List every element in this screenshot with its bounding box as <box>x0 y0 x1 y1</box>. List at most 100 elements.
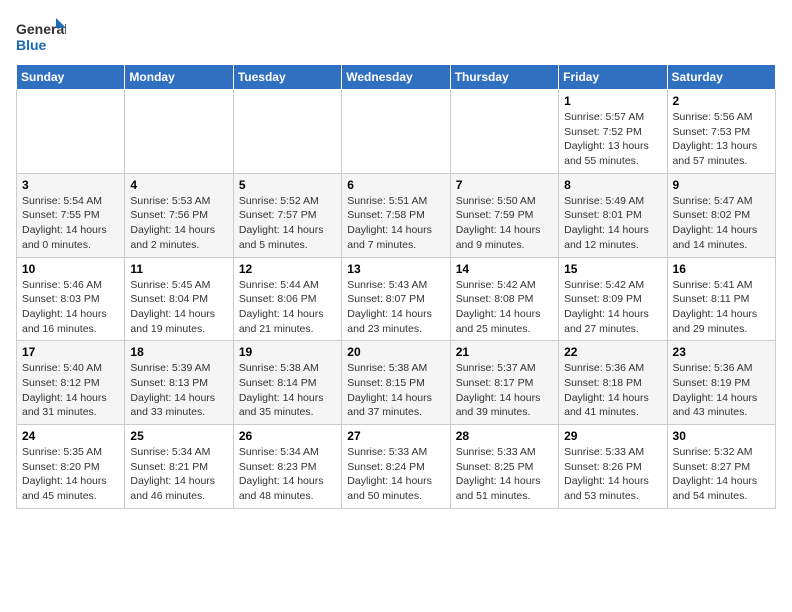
day-info: Sunrise: 5:38 AMSunset: 8:15 PMDaylight:… <box>347 361 444 420</box>
weekday-header: Saturday <box>667 65 775 90</box>
day-number: 27 <box>347 429 444 443</box>
day-info: Sunrise: 5:47 AMSunset: 8:02 PMDaylight:… <box>673 194 770 253</box>
day-info: Sunrise: 5:45 AMSunset: 8:04 PMDaylight:… <box>130 278 227 337</box>
calendar-cell: 9 Sunrise: 5:47 AMSunset: 8:02 PMDaylight… <box>667 173 775 257</box>
calendar-cell: 16 Sunrise: 5:41 AMSunset: 8:11 PMDayligh… <box>667 257 775 341</box>
calendar-cell: 24 Sunrise: 5:35 AMSunset: 8:20 PMDayligh… <box>17 425 125 509</box>
day-info: Sunrise: 5:38 AMSunset: 8:14 PMDaylight:… <box>239 361 336 420</box>
day-number: 8 <box>564 178 661 192</box>
day-number: 28 <box>456 429 553 443</box>
calendar-cell: 7 Sunrise: 5:50 AMSunset: 7:59 PMDaylight… <box>450 173 558 257</box>
day-info: Sunrise: 5:41 AMSunset: 8:11 PMDaylight:… <box>673 278 770 337</box>
day-info: Sunrise: 5:33 AMSunset: 8:25 PMDaylight:… <box>456 445 553 504</box>
calendar-cell: 13 Sunrise: 5:43 AMSunset: 8:07 PMDayligh… <box>342 257 450 341</box>
day-number: 9 <box>673 178 770 192</box>
day-info: Sunrise: 5:35 AMSunset: 8:20 PMDaylight:… <box>22 445 119 504</box>
calendar-cell: 22 Sunrise: 5:36 AMSunset: 8:18 PMDayligh… <box>559 341 667 425</box>
calendar-cell: 28 Sunrise: 5:33 AMSunset: 8:25 PMDayligh… <box>450 425 558 509</box>
day-info: Sunrise: 5:52 AMSunset: 7:57 PMDaylight:… <box>239 194 336 253</box>
day-info: Sunrise: 5:32 AMSunset: 8:27 PMDaylight:… <box>673 445 770 504</box>
day-number: 3 <box>22 178 119 192</box>
day-info: Sunrise: 5:50 AMSunset: 7:59 PMDaylight:… <box>456 194 553 253</box>
calendar-cell: 19Sunrise: 5:38 AMSunset: 8:14 PMDayligh… <box>233 341 341 425</box>
calendar-cell: 5 Sunrise: 5:52 AMSunset: 7:57 PMDaylight… <box>233 173 341 257</box>
day-info: Sunrise: 5:42 AMSunset: 8:09 PMDaylight:… <box>564 278 661 337</box>
weekday-header: Thursday <box>450 65 558 90</box>
calendar-cell: 15Sunrise: 5:42 AMSunset: 8:09 PMDayligh… <box>559 257 667 341</box>
day-info: Sunrise: 5:39 AMSunset: 8:13 PMDaylight:… <box>130 361 227 420</box>
day-number: 30 <box>673 429 770 443</box>
day-info: Sunrise: 5:34 AMSunset: 8:23 PMDaylight:… <box>239 445 336 504</box>
calendar-cell <box>17 90 125 174</box>
day-number: 16 <box>673 262 770 276</box>
calendar-cell <box>342 90 450 174</box>
day-number: 12 <box>239 262 336 276</box>
day-number: 21 <box>456 345 553 359</box>
day-info: Sunrise: 5:36 AMSunset: 8:19 PMDaylight:… <box>673 361 770 420</box>
day-number: 6 <box>347 178 444 192</box>
day-info: Sunrise: 5:37 AMSunset: 8:17 PMDaylight:… <box>456 361 553 420</box>
day-info: Sunrise: 5:34 AMSunset: 8:21 PMDaylight:… <box>130 445 227 504</box>
calendar-cell: 21 Sunrise: 5:37 AMSunset: 8:17 PMDayligh… <box>450 341 558 425</box>
day-number: 18 <box>130 345 227 359</box>
day-info: Sunrise: 5:44 AMSunset: 8:06 PMDaylight:… <box>239 278 336 337</box>
calendar-cell: 11 Sunrise: 5:45 AMSunset: 8:04 PMDayligh… <box>125 257 233 341</box>
calendar-cell <box>450 90 558 174</box>
day-number: 20 <box>347 345 444 359</box>
day-info: Sunrise: 5:54 AMSunset: 7:55 PMDaylight:… <box>22 194 119 253</box>
calendar-cell: 8 Sunrise: 5:49 AMSunset: 8:01 PMDaylight… <box>559 173 667 257</box>
day-number: 24 <box>22 429 119 443</box>
calendar-cell: 10 Sunrise: 5:46 AMSunset: 8:03 PMDayligh… <box>17 257 125 341</box>
calendar-cell: 30 Sunrise: 5:32 AMSunset: 8:27 PMDayligh… <box>667 425 775 509</box>
day-number: 14 <box>456 262 553 276</box>
day-info: Sunrise: 5:56 AMSunset: 7:53 PMDaylight:… <box>673 110 770 169</box>
day-number: 10 <box>22 262 119 276</box>
weekday-header: Tuesday <box>233 65 341 90</box>
day-info: Sunrise: 5:46 AMSunset: 8:03 PMDaylight:… <box>22 278 119 337</box>
day-info: Sunrise: 5:33 AMSunset: 8:26 PMDaylight:… <box>564 445 661 504</box>
calendar-cell: 17Sunrise: 5:40 AMSunset: 8:12 PMDayligh… <box>17 341 125 425</box>
weekday-header: Monday <box>125 65 233 90</box>
calendar-header: SundayMondayTuesdayWednesdayThursdayFrid… <box>17 65 776 90</box>
day-info: Sunrise: 5:36 AMSunset: 8:18 PMDaylight:… <box>564 361 661 420</box>
day-info: Sunrise: 5:43 AMSunset: 8:07 PMDaylight:… <box>347 278 444 337</box>
svg-text:Blue: Blue <box>16 37 47 53</box>
calendar-cell: 25 Sunrise: 5:34 AMSunset: 8:21 PMDayligh… <box>125 425 233 509</box>
calendar-cell: 4 Sunrise: 5:53 AMSunset: 7:56 PMDaylight… <box>125 173 233 257</box>
calendar-table: SundayMondayTuesdayWednesdayThursdayFrid… <box>16 64 776 509</box>
day-number: 7 <box>456 178 553 192</box>
day-number: 29 <box>564 429 661 443</box>
calendar-cell <box>125 90 233 174</box>
day-info: Sunrise: 5:51 AMSunset: 7:58 PMDaylight:… <box>347 194 444 253</box>
day-number: 4 <box>130 178 227 192</box>
calendar-cell: 23Sunrise: 5:36 AMSunset: 8:19 PMDayligh… <box>667 341 775 425</box>
calendar-cell: 18 Sunrise: 5:39 AMSunset: 8:13 PMDayligh… <box>125 341 233 425</box>
weekday-header: Sunday <box>17 65 125 90</box>
day-number: 22 <box>564 345 661 359</box>
day-info: Sunrise: 5:53 AMSunset: 7:56 PMDaylight:… <box>130 194 227 253</box>
calendar-cell: 12 Sunrise: 5:44 AMSunset: 8:06 PMDayligh… <box>233 257 341 341</box>
day-info: Sunrise: 5:57 AMSunset: 7:52 PMDaylight:… <box>564 110 661 169</box>
day-number: 25 <box>130 429 227 443</box>
logo-svg: GeneralBlue <box>16 16 66 56</box>
day-number: 17 <box>22 345 119 359</box>
calendar-cell: 1Sunrise: 5:57 AMSunset: 7:52 PMDaylight… <box>559 90 667 174</box>
logo: GeneralBlue <box>16 16 66 56</box>
weekday-header: Friday <box>559 65 667 90</box>
weekday-header: Wednesday <box>342 65 450 90</box>
calendar-cell: 14Sunrise: 5:42 AMSunset: 8:08 PMDayligh… <box>450 257 558 341</box>
day-info: Sunrise: 5:33 AMSunset: 8:24 PMDaylight:… <box>347 445 444 504</box>
page-header: GeneralBlue <box>16 16 776 56</box>
calendar-cell: 27 Sunrise: 5:33 AMSunset: 8:24 PMDayligh… <box>342 425 450 509</box>
day-info: Sunrise: 5:49 AMSunset: 8:01 PMDaylight:… <box>564 194 661 253</box>
calendar-cell: 20 Sunrise: 5:38 AMSunset: 8:15 PMDayligh… <box>342 341 450 425</box>
day-number: 5 <box>239 178 336 192</box>
calendar-cell: 2 Sunrise: 5:56 AMSunset: 7:53 PMDaylight… <box>667 90 775 174</box>
day-number: 13 <box>347 262 444 276</box>
calendar-cell: 26Sunrise: 5:34 AMSunset: 8:23 PMDayligh… <box>233 425 341 509</box>
calendar-cell <box>233 90 341 174</box>
calendar-cell: 6 Sunrise: 5:51 AMSunset: 7:58 PMDaylight… <box>342 173 450 257</box>
calendar-cell: 3 Sunrise: 5:54 AMSunset: 7:55 PMDaylight… <box>17 173 125 257</box>
day-number: 2 <box>673 94 770 108</box>
day-number: 11 <box>130 262 227 276</box>
